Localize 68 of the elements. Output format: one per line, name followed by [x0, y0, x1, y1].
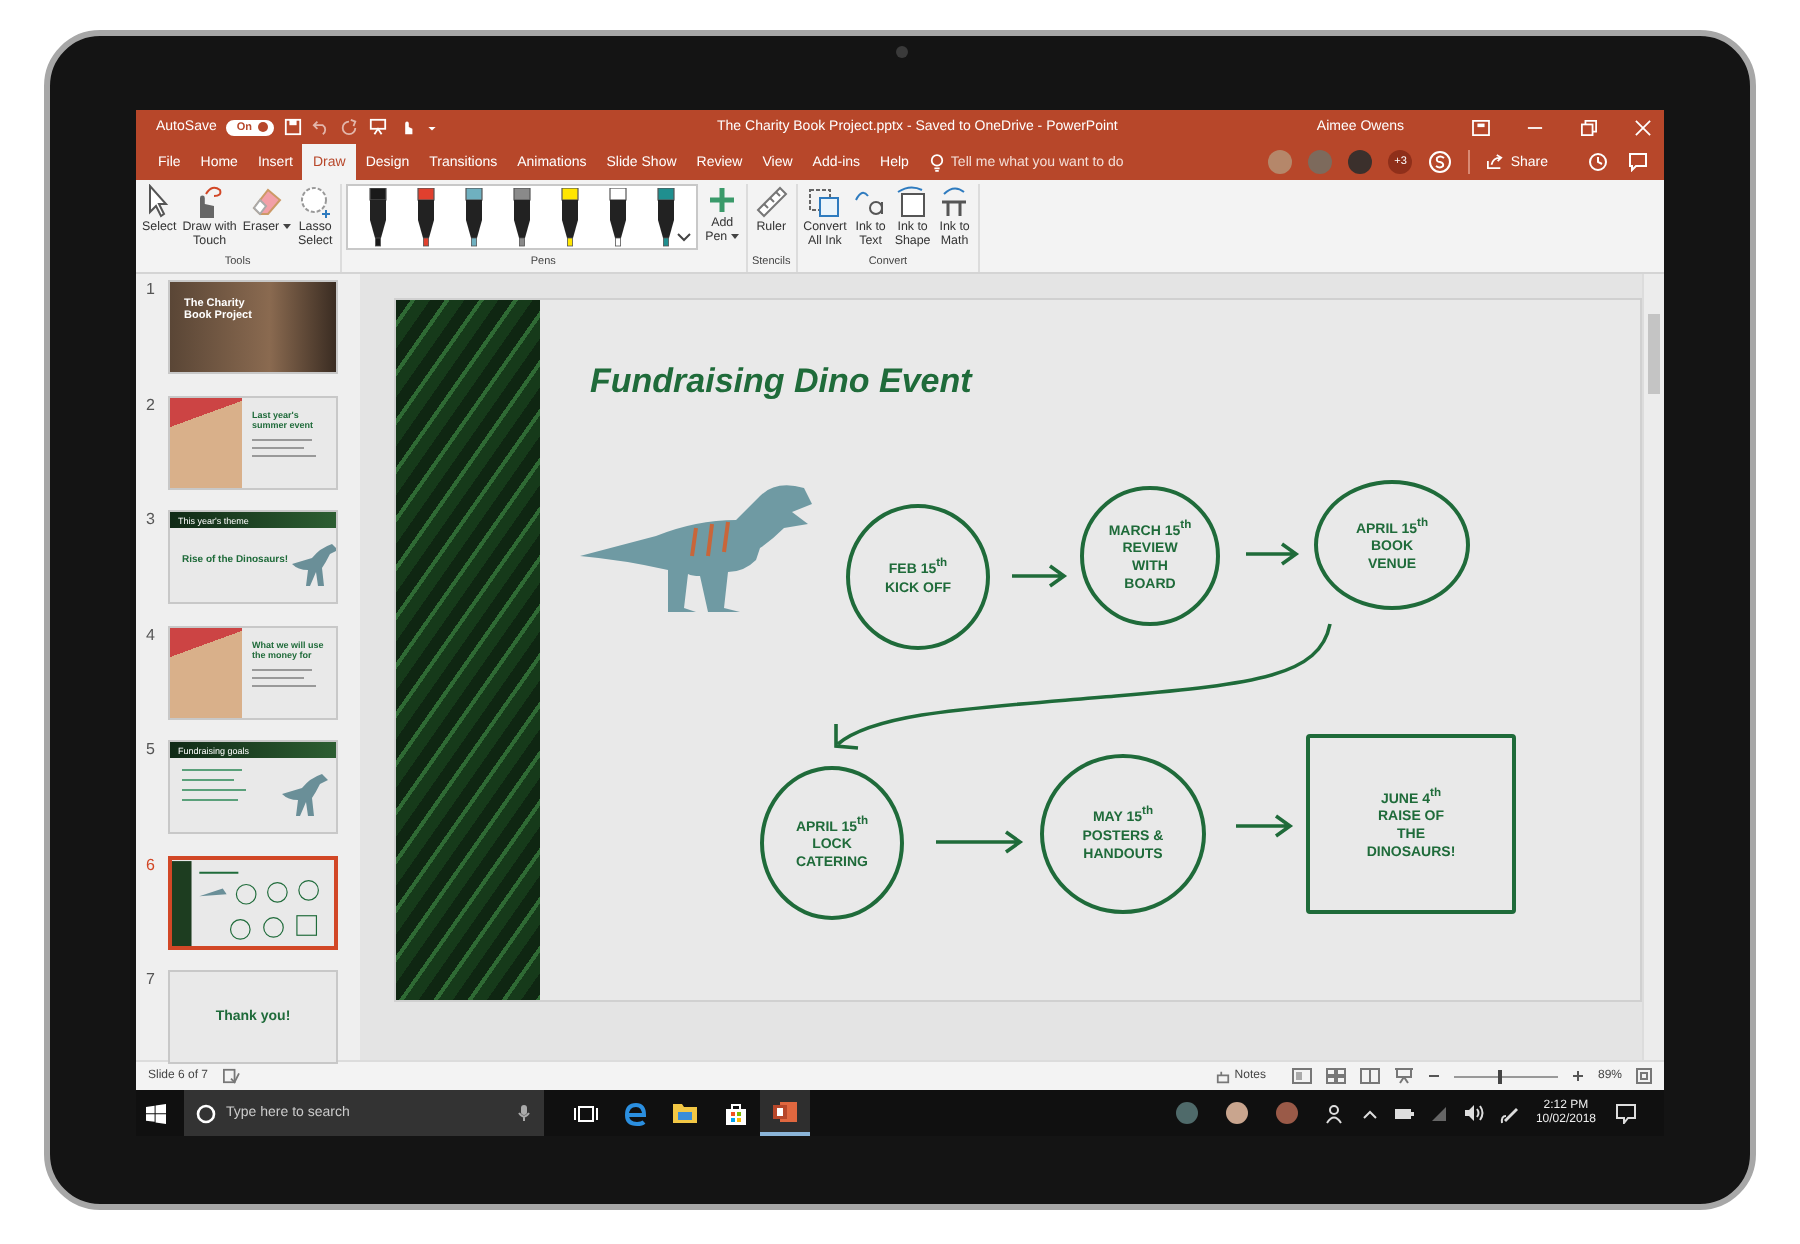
- volume-icon[interactable]: [1463, 1104, 1484, 1122]
- avatar[interactable]: [1275, 1102, 1298, 1124]
- pen-icon[interactable]: [507, 187, 536, 247]
- pen-icon[interactable]: [1499, 1103, 1520, 1123]
- photo-placeholder: [170, 397, 242, 487]
- pen-icon[interactable]: [651, 187, 680, 247]
- pen-icon[interactable]: [411, 187, 440, 247]
- history-icon[interactable]: [1588, 152, 1608, 172]
- slide-number: 7: [144, 970, 157, 988]
- comment-icon[interactable]: [1628, 152, 1648, 172]
- pen-icon[interactable]: [555, 187, 584, 247]
- arrow: [1010, 564, 1068, 588]
- avatar[interactable]: [1225, 1102, 1248, 1124]
- photo-placeholder: [170, 627, 242, 717]
- slide-number: 4: [144, 625, 157, 643]
- ribbon-display-icon[interactable]: [1472, 119, 1490, 135]
- close-icon[interactable]: [1634, 119, 1652, 135]
- bullet-lines-drawing: [252, 435, 320, 463]
- slide-number: 6: [144, 855, 157, 873]
- undo-icon[interactable]: [312, 118, 330, 136]
- proofing-icon[interactable]: [222, 1068, 241, 1084]
- presentation-app-icon: [772, 1099, 798, 1123]
- pen-icon[interactable]: [603, 187, 632, 247]
- slide-number: 5: [144, 740, 157, 758]
- search-icon: [196, 1103, 216, 1123]
- scrollbar[interactable]: [1642, 274, 1664, 1060]
- touch-draw-icon: [197, 184, 222, 220]
- task-view-icon: [573, 1103, 597, 1123]
- slide-number: 2: [144, 395, 157, 413]
- normal-view-icon[interactable]: [1291, 1068, 1312, 1084]
- slide-number: 1: [144, 280, 157, 298]
- chevron-down-icon[interactable]: [675, 232, 692, 244]
- pen-icon[interactable]: [459, 187, 488, 247]
- reading-view-icon[interactable]: [1359, 1068, 1380, 1084]
- pen-icon[interactable]: [363, 187, 392, 247]
- slide-title: Fundraising Dino Event: [590, 362, 972, 402]
- slider-thumb[interactable]: [1498, 1069, 1503, 1083]
- share-icon: [1486, 154, 1505, 170]
- browser-icon: [623, 1101, 647, 1125]
- taskbar-button[interactable]: [760, 1090, 810, 1136]
- folder-icon: [672, 1102, 698, 1124]
- zoom-out-icon[interactable]: [1427, 1070, 1440, 1082]
- caret-up-icon[interactable]: [1361, 1107, 1378, 1119]
- arrow: [1244, 542, 1300, 566]
- presence-icon[interactable]: [1428, 150, 1453, 174]
- notes-icon: [1216, 1069, 1231, 1083]
- plus-icon: [706, 184, 739, 216]
- camera-lens: [896, 46, 908, 58]
- arrow: [934, 830, 1024, 854]
- shopping-bag-icon: [723, 1101, 747, 1125]
- battery-icon[interactable]: [1393, 1107, 1414, 1119]
- people-icon[interactable]: [1325, 1103, 1346, 1123]
- save-icon[interactable]: [284, 118, 302, 136]
- wifi-icon[interactable]: [1429, 1105, 1448, 1121]
- presenter-icon[interactable]: [368, 118, 388, 136]
- lightbulb-icon: [930, 153, 945, 171]
- microphone-icon[interactable]: [518, 1104, 530, 1122]
- notification-icon[interactable]: [1616, 1103, 1636, 1123]
- slide-number: 3: [144, 510, 157, 528]
- slideshow-icon[interactable]: [1393, 1068, 1414, 1084]
- windows-start-icon[interactable]: [146, 1103, 166, 1123]
- bullet-lines-drawing: [252, 665, 320, 693]
- slide-sorter-icon[interactable]: [1325, 1068, 1346, 1084]
- restore-icon[interactable]: [1580, 119, 1598, 135]
- fit-to-window-icon[interactable]: [1636, 1068, 1652, 1084]
- zoom-in-icon[interactable]: [1571, 1070, 1584, 1082]
- redo-icon[interactable]: [340, 118, 358, 136]
- arrow: [1234, 814, 1294, 838]
